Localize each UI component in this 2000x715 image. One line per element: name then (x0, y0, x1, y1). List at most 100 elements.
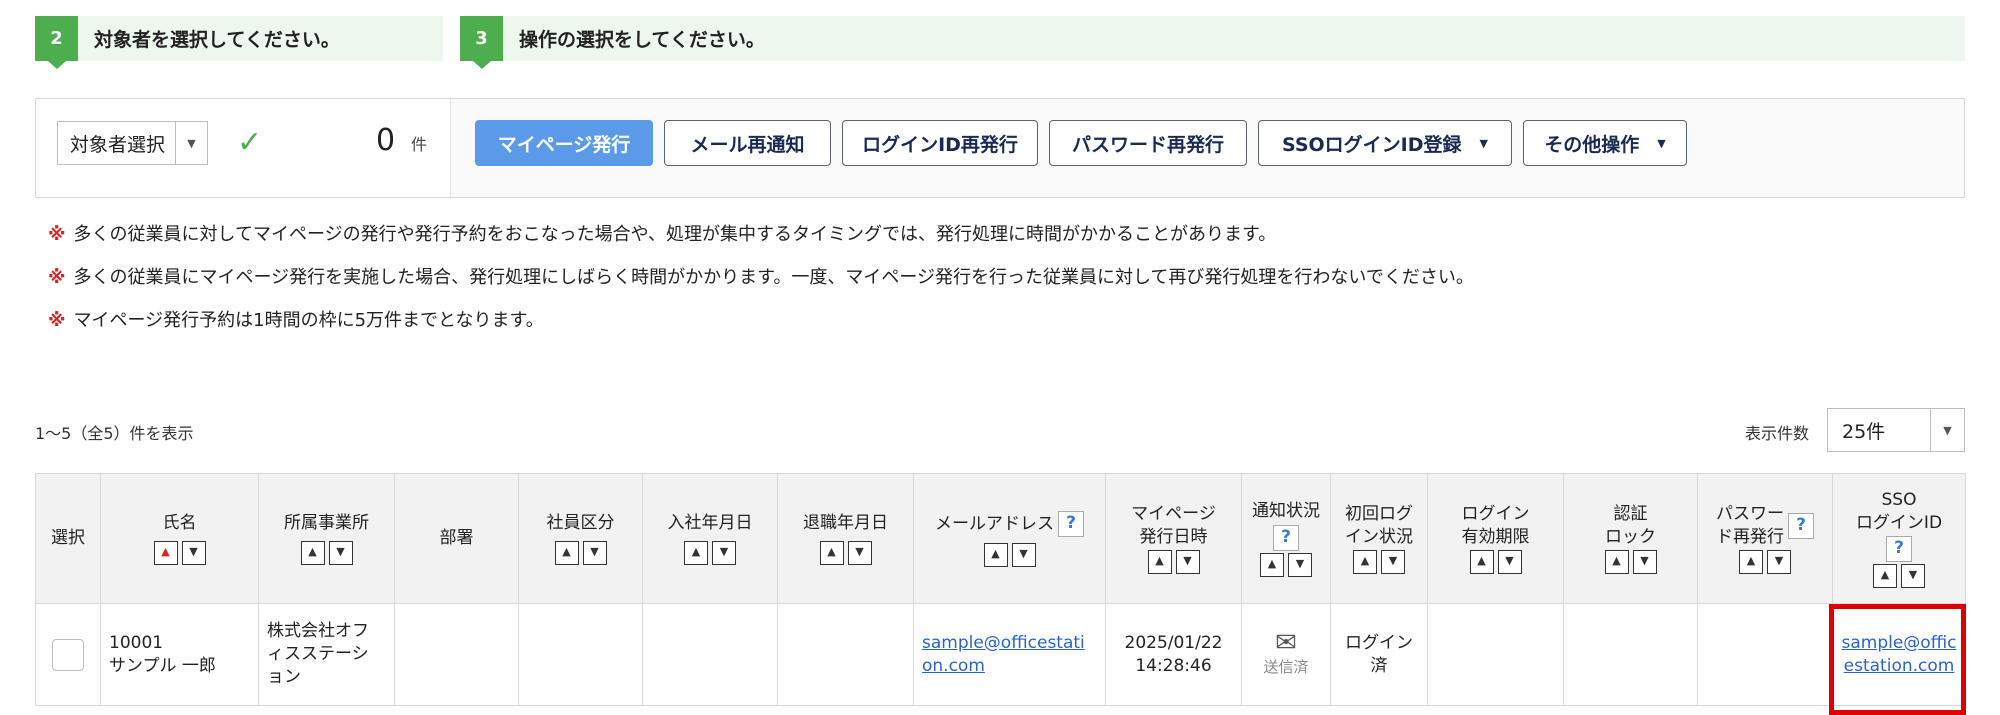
sort-up-icon[interactable]: ▲ (554, 540, 579, 565)
sort-down-icon[interactable]: ▼ (1381, 549, 1405, 574)
sort-up-icon[interactable]: ▲ (1147, 549, 1172, 574)
loginid-reissue-label: ログインID再発行 (862, 133, 1018, 156)
mypage-date: 2025/01/22 (1124, 632, 1223, 653)
row-checkbox[interactable] (52, 638, 84, 671)
sort-up-icon[interactable]: ▲ (1739, 549, 1763, 574)
note-mark: ※ (48, 267, 66, 288)
chevron-down-icon: ▼ (1657, 136, 1666, 150)
sort-down-icon[interactable]: ▼ (1011, 542, 1036, 567)
target-select-label: 対象者選択 (70, 133, 166, 156)
sort-down-icon[interactable]: ▼ (1632, 549, 1657, 574)
selected-count: 0 (376, 123, 396, 158)
sort-up-icon[interactable]: ▲ (1353, 549, 1377, 574)
step-2-label: 対象者を選択してください。 (94, 29, 340, 51)
cell-sso-login-id: sample@offic estation.com (1832, 603, 1966, 706)
cell-leave-date (777, 603, 914, 706)
sort-down-icon[interactable]: ▼ (712, 540, 736, 565)
action-panel: 対象者選択 ▼ ✓ 0 件 マイページ発行 メール再通知 ログインID再発行 パ… (35, 98, 1965, 198)
notify-status-text: 送信済 (1263, 658, 1309, 677)
mypage-issue-button[interactable]: マイページ発行 (475, 120, 653, 166)
sort-up-icon[interactable]: ▲ (300, 540, 325, 565)
sort-down-icon[interactable]: ▼ (1901, 563, 1925, 588)
cell-join-date (642, 603, 778, 706)
header-first-login-label-1: 初回ログ (1345, 504, 1413, 525)
target-select-dropdown[interactable]: 対象者選択 ▼ (57, 121, 208, 165)
header-first-login-label-2: イン状況 (1345, 526, 1413, 547)
cell-employee-type (518, 603, 643, 706)
header-employee-type-label: 社員区分 (546, 513, 615, 534)
cell-office: 株式会社オフ ィスステーシ ョン (258, 603, 395, 706)
step-2-header: 2 対象者を選択してください。 (35, 16, 443, 69)
cell-email: sample@officestati on.com (913, 603, 1106, 706)
chevron-down-icon: ▼ (175, 122, 207, 164)
chevron-down-icon: ▼ (1479, 136, 1488, 150)
mail-icon: ✉ (1275, 628, 1297, 659)
password-reissue-label: パスワード再発行 (1071, 133, 1224, 156)
target-panel: 対象者選択 ▼ ✓ 0 件 (36, 99, 451, 197)
email-line-1: sample@officestati (922, 632, 1085, 653)
other-actions-button[interactable]: その他操作 ▼ (1523, 120, 1687, 166)
header-department-label: 部署 (439, 528, 474, 549)
office-line-3: ョン (267, 666, 301, 687)
note-2-text: 多くの従業員にマイページ発行を実施した場合、発行処理にしばらく時間がかかります。… (73, 267, 1474, 288)
sort-up-icon[interactable]: ▲ (1260, 552, 1284, 577)
step-3-label: 操作の選択をしてください。 (519, 29, 765, 51)
perpage-value: 25件 (1842, 420, 1886, 443)
mypage-issue-label: マイページ発行 (497, 133, 631, 156)
sort-down-icon[interactable]: ▼ (1288, 552, 1312, 577)
sso-id-link[interactable]: sample@offic estation.com (1842, 633, 1957, 676)
header-login-expiry-label-2: 有効期限 (1461, 526, 1530, 547)
result-summary: 1～5（全5）件を表示 (35, 424, 194, 443)
sort-up-icon[interactable]: ▲ (1873, 563, 1897, 588)
note-mark: ※ (48, 224, 66, 245)
header-auth-lock-label-1: 認証 (1613, 504, 1648, 525)
sso-register-button[interactable]: SSOログインID登録 ▼ (1258, 120, 1512, 166)
header-login-expiry: ログイン 有効期限 ▲ ▼ (1427, 473, 1564, 604)
sort-up-icon[interactable]: ▲ (983, 542, 1008, 567)
header-mypage-date-label-1: マイページ (1131, 504, 1216, 525)
header-first-login: 初回ログ イン状況 ▲ ▼ (1330, 473, 1428, 604)
employee-name: サンプル 一郎 (109, 655, 216, 676)
sort-down-icon[interactable]: ▼ (582, 540, 607, 565)
sort-down-icon[interactable]: ▼ (328, 540, 353, 565)
email-line-2: on.com (922, 655, 985, 676)
mail-renotify-label: メール再通知 (690, 133, 805, 156)
header-department: 部署 (394, 473, 519, 604)
sort-up-icon[interactable]: ▲ (1604, 549, 1629, 574)
sort-down-icon[interactable]: ▼ (181, 540, 206, 565)
header-email-label: メールアドレス (935, 513, 1054, 534)
header-notify-status: 通知状況 ? ▲ ▼ (1241, 473, 1331, 604)
sort-down-icon[interactable]: ▼ (1497, 549, 1522, 574)
help-icon[interactable]: ? (1058, 510, 1084, 537)
sort-up-icon[interactable]: ▲ (684, 540, 708, 565)
cell-password-reissue (1697, 603, 1833, 706)
sort-down-icon[interactable]: ▼ (1767, 549, 1791, 574)
help-icon[interactable]: ? (1273, 524, 1299, 551)
cell-name: 10001 サンプル 一郎 (100, 603, 259, 706)
sort-down-icon[interactable]: ▼ (1175, 549, 1200, 574)
sort-up-icon[interactable]: ▲ (153, 540, 178, 565)
sso-register-label: SSOログインID登録 (1282, 133, 1462, 156)
header-notify-status-label: 通知状況 (1252, 501, 1320, 522)
note-3: ※ マイページ発行予約は1時間の枠に5万件までとなります。 (48, 306, 544, 332)
sort-up-icon[interactable]: ▲ (1469, 549, 1494, 574)
help-icon[interactable]: ? (1788, 512, 1814, 539)
sort-down-icon[interactable]: ▼ (847, 540, 872, 565)
cell-auth-lock (1563, 603, 1698, 706)
header-leave-date-label: 退職年月日 (803, 513, 888, 534)
email-link[interactable]: sample@officestati on.com (922, 633, 1085, 676)
header-password-reissue-label-2: ド再発行 (1716, 526, 1784, 547)
mail-renotify-button[interactable]: メール再通知 (664, 120, 831, 166)
perpage-select[interactable]: 25件 ▼ (1827, 408, 1965, 452)
header-auth-lock-label-2: ロック (1605, 526, 1656, 547)
sso-line-2: estation.com (1843, 655, 1955, 676)
header-mypage-date-label-2: 発行日時 (1139, 526, 1208, 547)
header-email: メールアドレス? ▲ ▼ (913, 473, 1106, 604)
table-row: 10001 サンプル 一郎 株式会社オフ ィスステーシ ョン sample@of… (35, 603, 1966, 706)
help-icon[interactable]: ? (1886, 535, 1912, 562)
employee-id: 10001 (109, 632, 164, 653)
cell-first-login: ログイン 済 (1330, 603, 1428, 706)
password-reissue-button[interactable]: パスワード再発行 (1049, 120, 1247, 166)
sort-up-icon[interactable]: ▲ (819, 540, 844, 565)
loginid-reissue-button[interactable]: ログインID再発行 (842, 120, 1038, 166)
